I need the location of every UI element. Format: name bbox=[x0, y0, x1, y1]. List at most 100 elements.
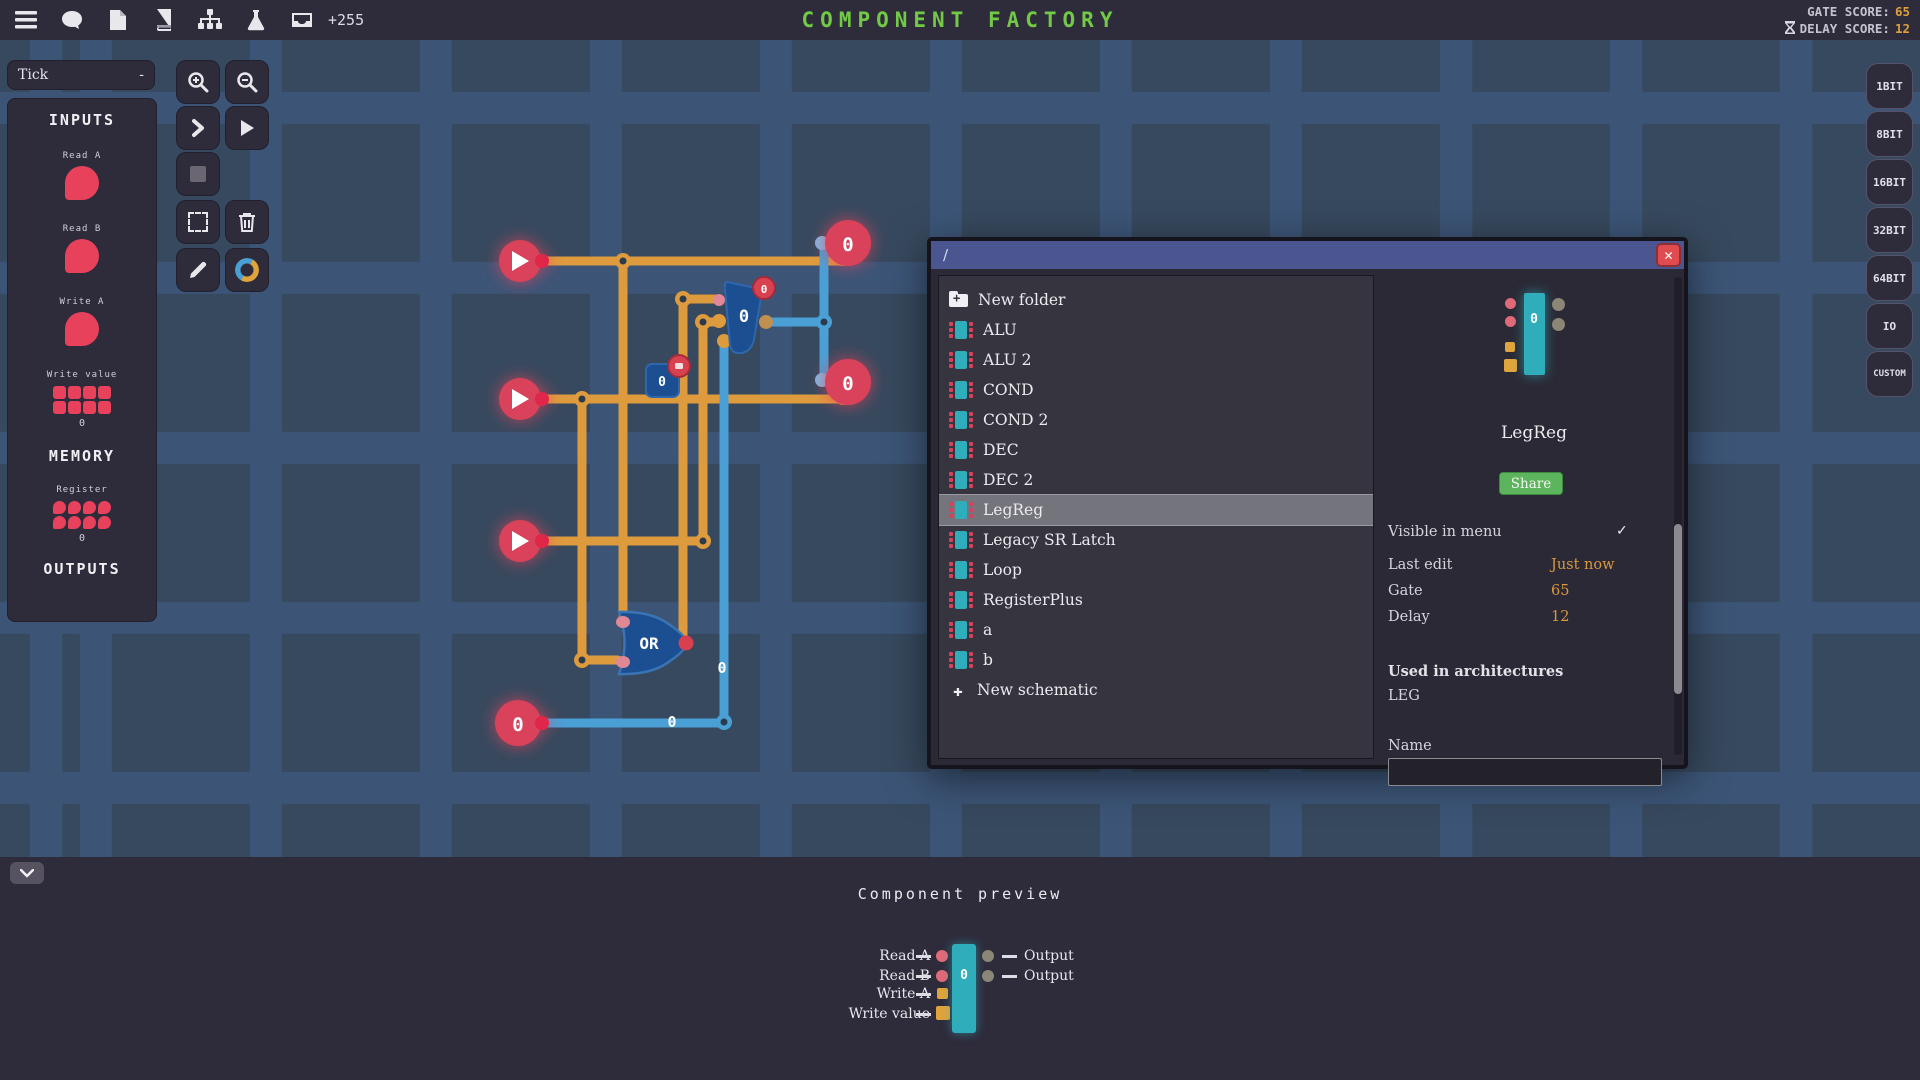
list-item-label: DEC bbox=[983, 441, 1019, 459]
visible-in-menu-label: Visible in menu bbox=[1388, 524, 1502, 540]
list-item-b[interactable]: b bbox=[939, 645, 1373, 675]
list-item-label: ALU 2 bbox=[983, 351, 1032, 369]
last-edit-value: Just now bbox=[1551, 557, 1615, 573]
bit-button-custom[interactable]: CUSTOM bbox=[1866, 351, 1913, 397]
output-2-preview-pin bbox=[982, 970, 994, 982]
list-item-cond[interactable]: COND bbox=[939, 375, 1373, 405]
delay-score-label: DELAY SCORE: bbox=[1799, 21, 1890, 36]
name-input[interactable] bbox=[1388, 758, 1662, 786]
used-in-value: LEG bbox=[1388, 688, 1420, 704]
delay-label: Delay bbox=[1388, 609, 1430, 625]
register-value: 0 bbox=[78, 533, 86, 544]
component-icon bbox=[949, 351, 973, 369]
list-item-legreg[interactable]: LegReg bbox=[939, 494, 1373, 526]
visible-in-menu-row: Visible in menu ✓ bbox=[1388, 523, 1668, 540]
list-item-dec[interactable]: DEC bbox=[939, 435, 1373, 465]
schematic-list: New folder ALU ALU 2 COND COND 2 DEC DEC… bbox=[938, 275, 1374, 759]
pin-stub bbox=[916, 975, 931, 978]
bit-button-8bit[interactable]: 8BIT bbox=[1866, 111, 1913, 157]
collapse-panel-button[interactable] bbox=[10, 862, 44, 884]
io-panel: INPUTS Read A Read B Write A Write value… bbox=[7, 98, 157, 622]
component-value: 0 bbox=[1530, 311, 1538, 327]
bit-button-32bit[interactable]: 32BIT bbox=[1866, 207, 1913, 253]
list-item-registerplus[interactable]: RegisterPlus bbox=[939, 585, 1373, 615]
read-a-pin[interactable] bbox=[65, 166, 99, 200]
gate-row: Gate 65 bbox=[1388, 583, 1668, 599]
list-item-dec2[interactable]: DEC 2 bbox=[939, 465, 1373, 495]
list-item-cond2[interactable]: COND 2 bbox=[939, 405, 1373, 435]
bit-button-label: 32BIT bbox=[1872, 223, 1907, 237]
share-button[interactable]: Share bbox=[1499, 472, 1563, 495]
preview-component-value: 0 bbox=[960, 968, 968, 983]
list-item-a[interactable]: a bbox=[939, 615, 1373, 645]
stop-button[interactable] bbox=[176, 152, 220, 196]
preview-pin-label: Write A bbox=[876, 986, 930, 1002]
list-item-label: a bbox=[983, 621, 993, 639]
tick-selector[interactable]: Tick - bbox=[7, 60, 155, 90]
pin-stub bbox=[1002, 955, 1017, 958]
component-icon bbox=[949, 471, 973, 489]
dialog-scrollbar-thumb[interactable] bbox=[1674, 524, 1682, 694]
list-item-alu2[interactable]: ALU 2 bbox=[939, 345, 1373, 375]
plus-icon: ✚ bbox=[953, 680, 963, 700]
write-value-label: Write value bbox=[46, 370, 118, 380]
write-a-pin[interactable] bbox=[65, 312, 99, 346]
write-a-preview-pin bbox=[937, 988, 948, 999]
bit-button-label: 8BIT bbox=[1876, 127, 1903, 141]
gate-score-label: GATE SCORE: bbox=[1807, 4, 1890, 19]
read-b-preview-pin bbox=[936, 970, 948, 982]
component-preview-title: Component preview bbox=[857, 885, 1063, 903]
preview-pin-label: Output bbox=[1024, 948, 1074, 964]
pin-stub bbox=[916, 955, 931, 958]
component-icon bbox=[949, 621, 973, 639]
new-folder-icon bbox=[949, 290, 968, 307]
component-icon bbox=[949, 651, 973, 669]
preview-pin-label: Read A bbox=[879, 948, 930, 964]
bit-button-16bit[interactable]: 16BIT bbox=[1866, 159, 1913, 205]
dialog-path: / bbox=[943, 246, 949, 264]
gate-score-row: GATE SCORE: 65 bbox=[1785, 3, 1910, 20]
box-select-button[interactable] bbox=[176, 200, 220, 244]
last-edit-row: Last edit Just now bbox=[1388, 557, 1668, 573]
write-value-pin[interactable] bbox=[53, 386, 111, 414]
register-pin[interactable] bbox=[53, 501, 111, 529]
list-item-loop[interactable]: Loop bbox=[939, 555, 1373, 585]
zoom-in-button[interactable] bbox=[176, 60, 220, 104]
bit-button-64bit[interactable]: 64BIT bbox=[1866, 255, 1913, 301]
dialog-scrollbar[interactable] bbox=[1674, 277, 1682, 755]
step-button[interactable] bbox=[176, 106, 220, 150]
list-item-label: ALU bbox=[983, 321, 1017, 339]
dialog-title-bar[interactable]: / bbox=[931, 241, 1684, 269]
preview-pin-label: Write value bbox=[848, 1006, 930, 1022]
component-body: 0 bbox=[1523, 293, 1545, 375]
play-button[interactable] bbox=[225, 106, 269, 150]
list-item-label: COND 2 bbox=[983, 411, 1049, 429]
bit-button-label: 1BIT bbox=[1876, 79, 1903, 93]
list-item-new-folder[interactable]: New folder bbox=[939, 285, 1373, 315]
component-icon bbox=[949, 321, 973, 339]
bit-button-io[interactable]: IO bbox=[1866, 303, 1913, 349]
collapse-dash-icon[interactable]: - bbox=[139, 67, 144, 83]
component-icon bbox=[949, 561, 973, 579]
visible-checkbox[interactable]: ✓ bbox=[1616, 523, 1628, 539]
score-area: GATE SCORE: 65 DELAY SCORE: 12 bbox=[1784, 3, 1910, 37]
write-value-value: 0 bbox=[78, 418, 86, 429]
pin-stub bbox=[916, 1013, 931, 1016]
list-item-new-schematic[interactable]: ✚ New schematic bbox=[939, 675, 1373, 705]
edit-button[interactable] bbox=[176, 248, 220, 292]
hue-ring-button[interactable] bbox=[225, 248, 269, 292]
used-in-header: Used in architectures bbox=[1388, 663, 1564, 680]
hourglass-icon bbox=[1784, 20, 1795, 37]
list-item-legacy-sr-latch[interactable]: Legacy SR Latch bbox=[939, 525, 1373, 555]
bit-button-1bit[interactable]: 1BIT bbox=[1866, 63, 1913, 109]
list-item-alu[interactable]: ALU bbox=[939, 315, 1373, 345]
read-b-pin[interactable] bbox=[65, 239, 99, 273]
zoom-out-button[interactable] bbox=[225, 60, 269, 104]
delay-score-value: 12 bbox=[1894, 21, 1910, 36]
pin-stub bbox=[1002, 975, 1017, 978]
close-icon[interactable]: ✕ bbox=[1656, 243, 1681, 267]
write-a-label: Write A bbox=[59, 297, 105, 307]
delete-button[interactable] bbox=[225, 200, 269, 244]
outputs-header: OUTPUTS bbox=[43, 560, 121, 578]
delay-row: Delay 12 bbox=[1388, 609, 1668, 625]
